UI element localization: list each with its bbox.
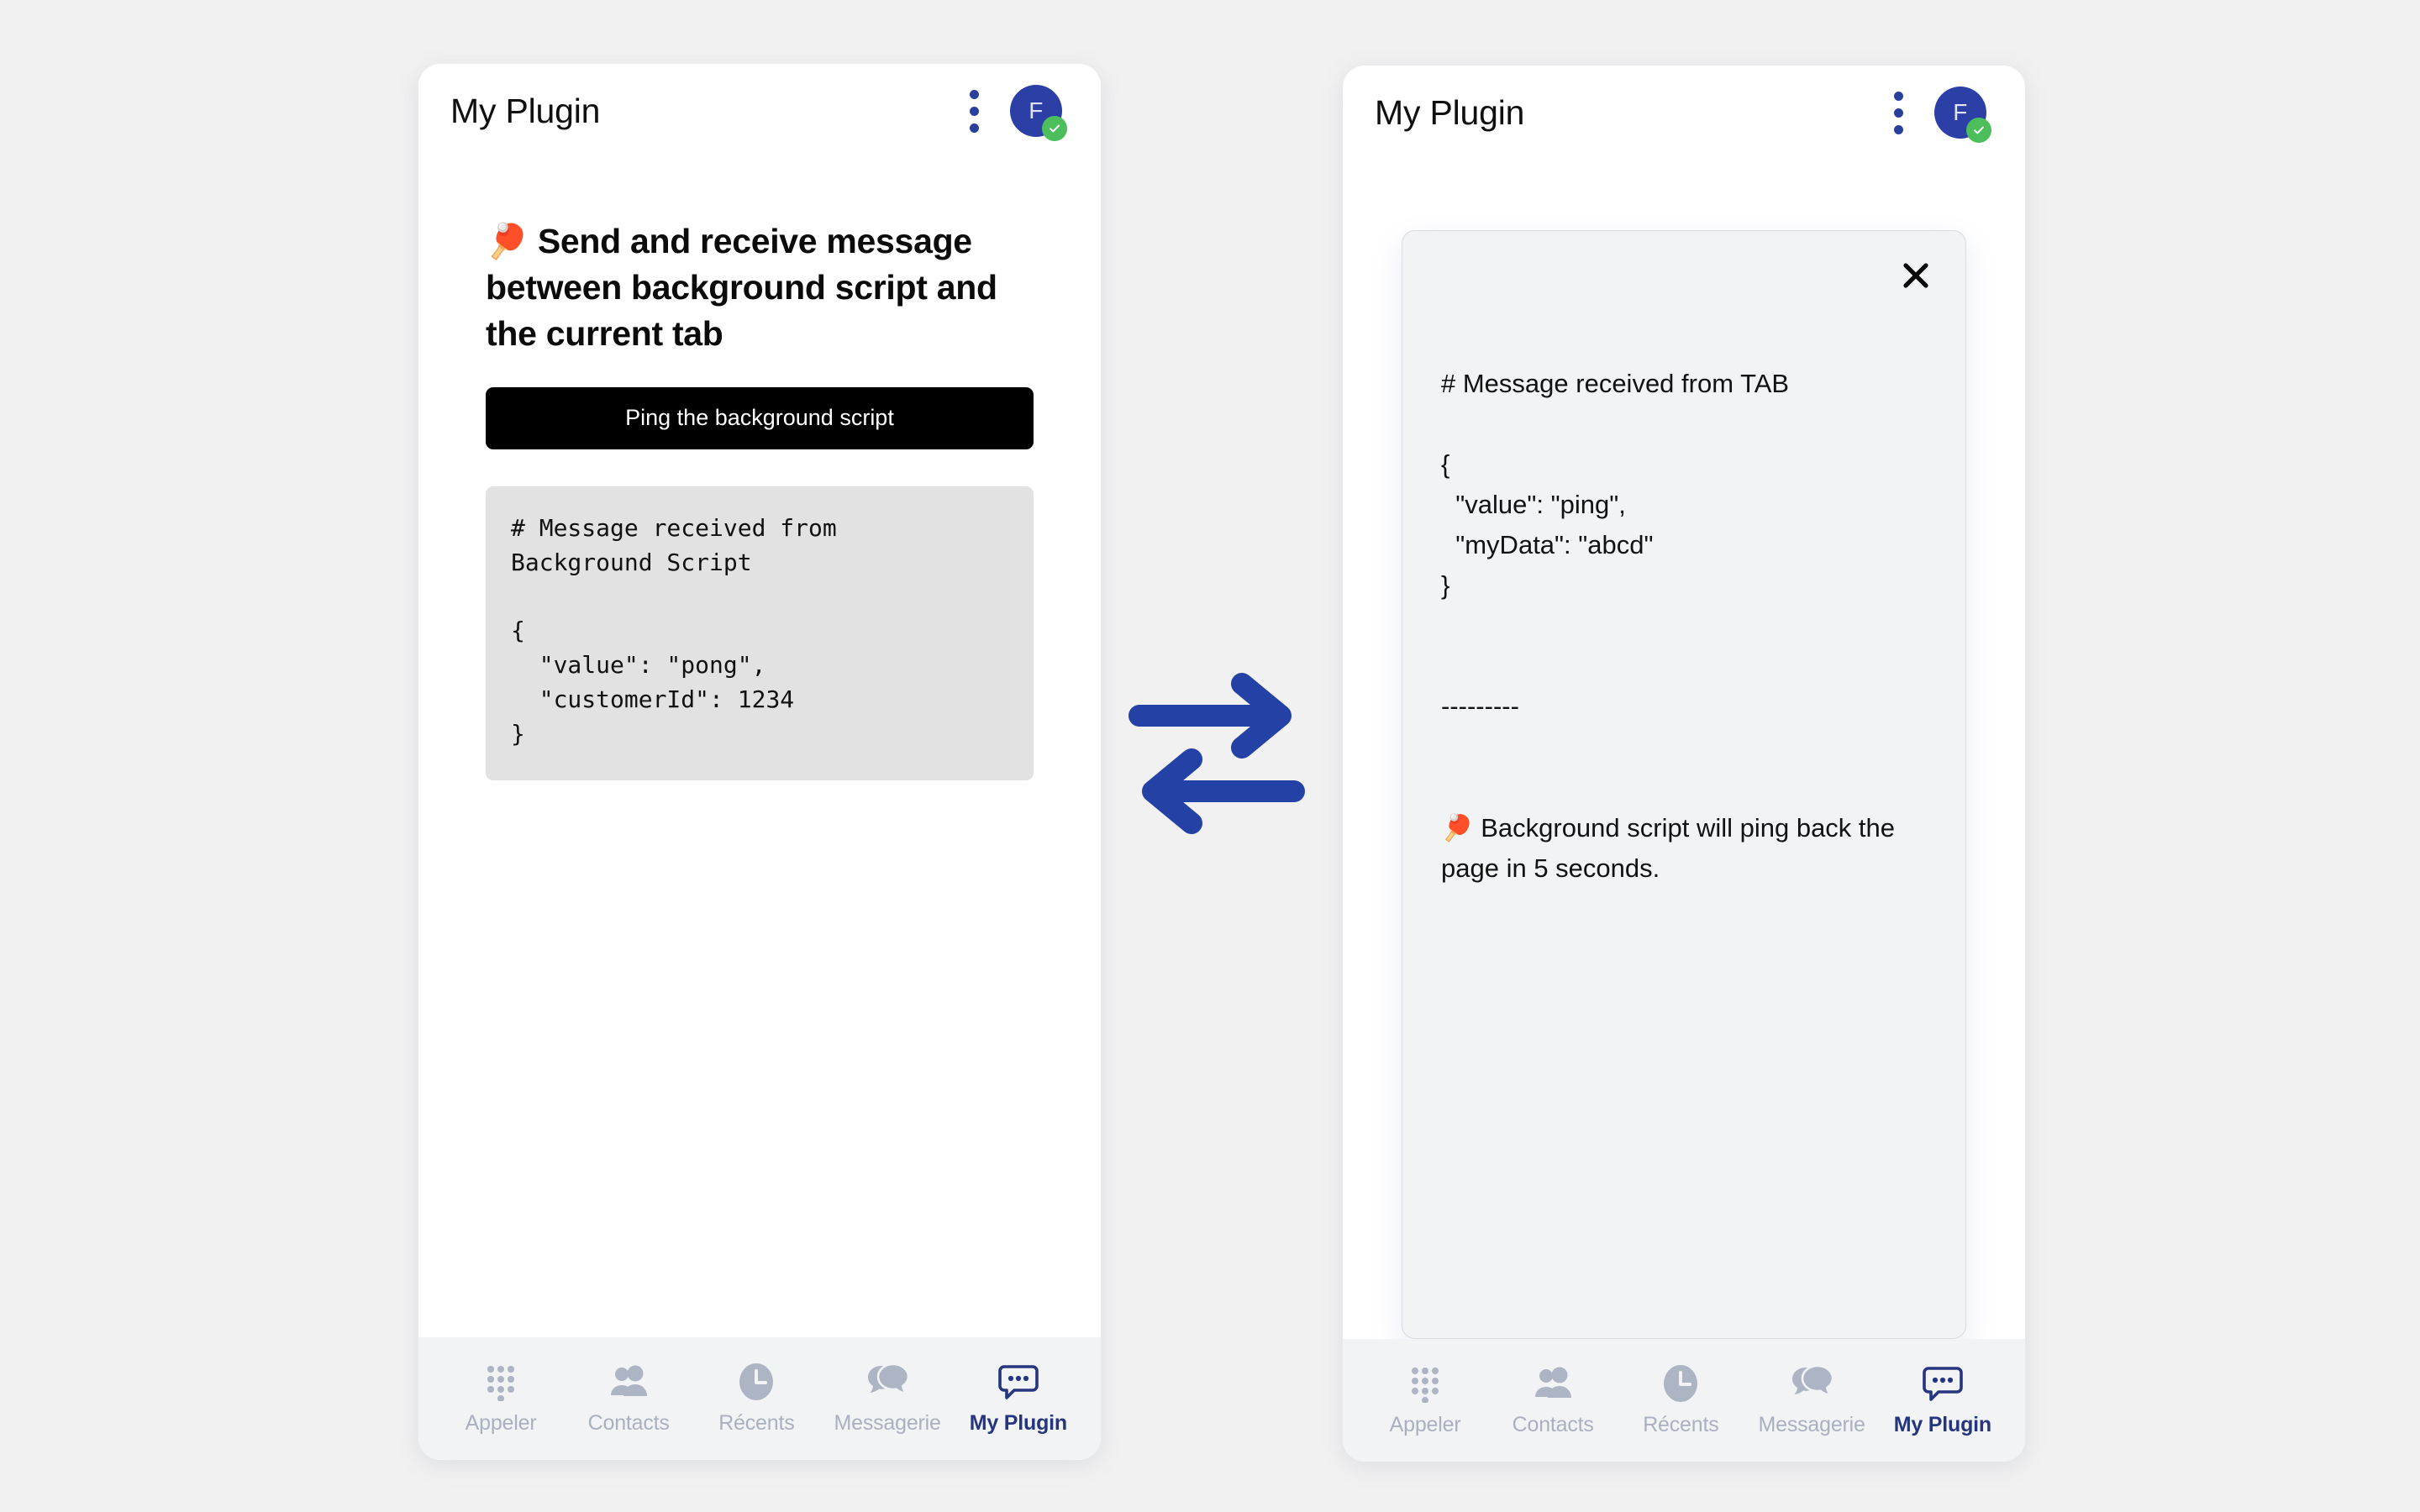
kebab-dot <box>1893 108 1903 118</box>
nav-item-recents[interactable]: Récents <box>706 1362 807 1436</box>
nav-label: Récents <box>718 1410 795 1435</box>
background-message-code-block: # Message received from Background Scrip… <box>486 486 1034 780</box>
kebab-dot <box>1893 124 1903 134</box>
left-app-header: My Plugin F <box>418 64 1101 158</box>
right-bottom-nav: Appeler Contacts Récents Messagerie My P… <box>1343 1339 2025 1462</box>
bidirectional-arrows-icon <box>1124 664 1309 848</box>
speech-bubble-dots-icon <box>1923 1364 1963 1403</box>
tab-message-modal: # Message received from TAB { "value": "… <box>1402 230 1966 1339</box>
avatar[interactable]: F <box>1010 85 1067 141</box>
people-icon <box>1534 1364 1572 1403</box>
plugin-content: 🏓 Send and receive message between backg… <box>418 158 1101 780</box>
ping-background-script-button[interactable]: Ping the background script <box>486 386 1034 449</box>
tab-message-body: # Message received from TAB { "value": "… <box>1441 369 1896 883</box>
page-title: My Plugin <box>450 91 601 130</box>
page-title: My Plugin <box>1375 92 1525 132</box>
kebab-dot <box>969 106 979 116</box>
nav-item-contacts[interactable]: Contacts <box>1502 1364 1603 1437</box>
nav-label: My Plugin <box>969 1410 1067 1435</box>
nav-item-recents[interactable]: Récents <box>1630 1364 1731 1437</box>
nav-item-contacts[interactable]: Contacts <box>578 1362 679 1436</box>
nav-label: Appeler <box>1389 1412 1461 1436</box>
nav-label: My Plugin <box>1893 1412 1991 1436</box>
left-phone-body: 🏓 Send and receive message between backg… <box>418 158 1101 1337</box>
nav-item-appeler[interactable]: Appeler <box>1375 1364 1476 1437</box>
plugin-headline: 🏓 Send and receive message between backg… <box>486 222 997 353</box>
speech-bubble-dots-icon <box>998 1362 1039 1401</box>
avatar[interactable]: F <box>1934 87 1991 143</box>
nav-label: Récents <box>1643 1412 1719 1436</box>
dialpad-icon <box>484 1362 518 1401</box>
kebab-menu-icon[interactable] <box>960 85 988 137</box>
left-phone-panel: My Plugin F 🏓 Send and receive message b… <box>418 64 1101 1460</box>
kebab-dot <box>969 123 979 133</box>
check-icon <box>1042 116 1067 141</box>
clock-icon <box>738 1362 775 1401</box>
nav-label: Contacts <box>1512 1412 1594 1436</box>
nav-item-my-plugin[interactable]: My Plugin <box>968 1362 1069 1436</box>
nav-item-appeler[interactable]: Appeler <box>450 1362 551 1436</box>
modal-overlay: # Message received from TAB { "value": "… <box>1343 160 2025 1339</box>
kebab-menu-icon[interactable] <box>1884 87 1912 139</box>
kebab-dot <box>969 89 979 99</box>
check-icon <box>1966 118 1991 143</box>
right-phone-panel: My Plugin F # Message received from TAB … <box>1343 66 2025 1462</box>
nav-label: Appeler <box>465 1410 537 1435</box>
dialpad-icon <box>1408 1364 1442 1403</box>
nav-label: Contacts <box>587 1410 670 1435</box>
nav-item-messagerie[interactable]: Messagerie <box>834 1362 941 1436</box>
right-phone-body: # Message received from TAB { "value": "… <box>1343 160 2025 1339</box>
close-icon[interactable] <box>1893 253 1939 298</box>
left-bottom-nav: Appeler Contacts Récents Messagerie My P… <box>418 1337 1101 1460</box>
chat-bubbles-icon <box>866 1362 909 1401</box>
people-icon <box>609 1362 648 1401</box>
screenshot-stage: My Plugin F 🏓 Send and receive message b… <box>0 0 2420 1512</box>
chat-bubbles-icon <box>1791 1364 1833 1403</box>
nav-item-messagerie[interactable]: Messagerie <box>1758 1364 1865 1437</box>
kebab-dot <box>1893 91 1903 101</box>
clock-icon <box>1662 1364 1699 1403</box>
nav-label: Messagerie <box>834 1410 941 1435</box>
nav-item-my-plugin[interactable]: My Plugin <box>1892 1364 1993 1437</box>
right-app-header: My Plugin F <box>1343 66 2025 160</box>
nav-label: Messagerie <box>1758 1412 1865 1436</box>
